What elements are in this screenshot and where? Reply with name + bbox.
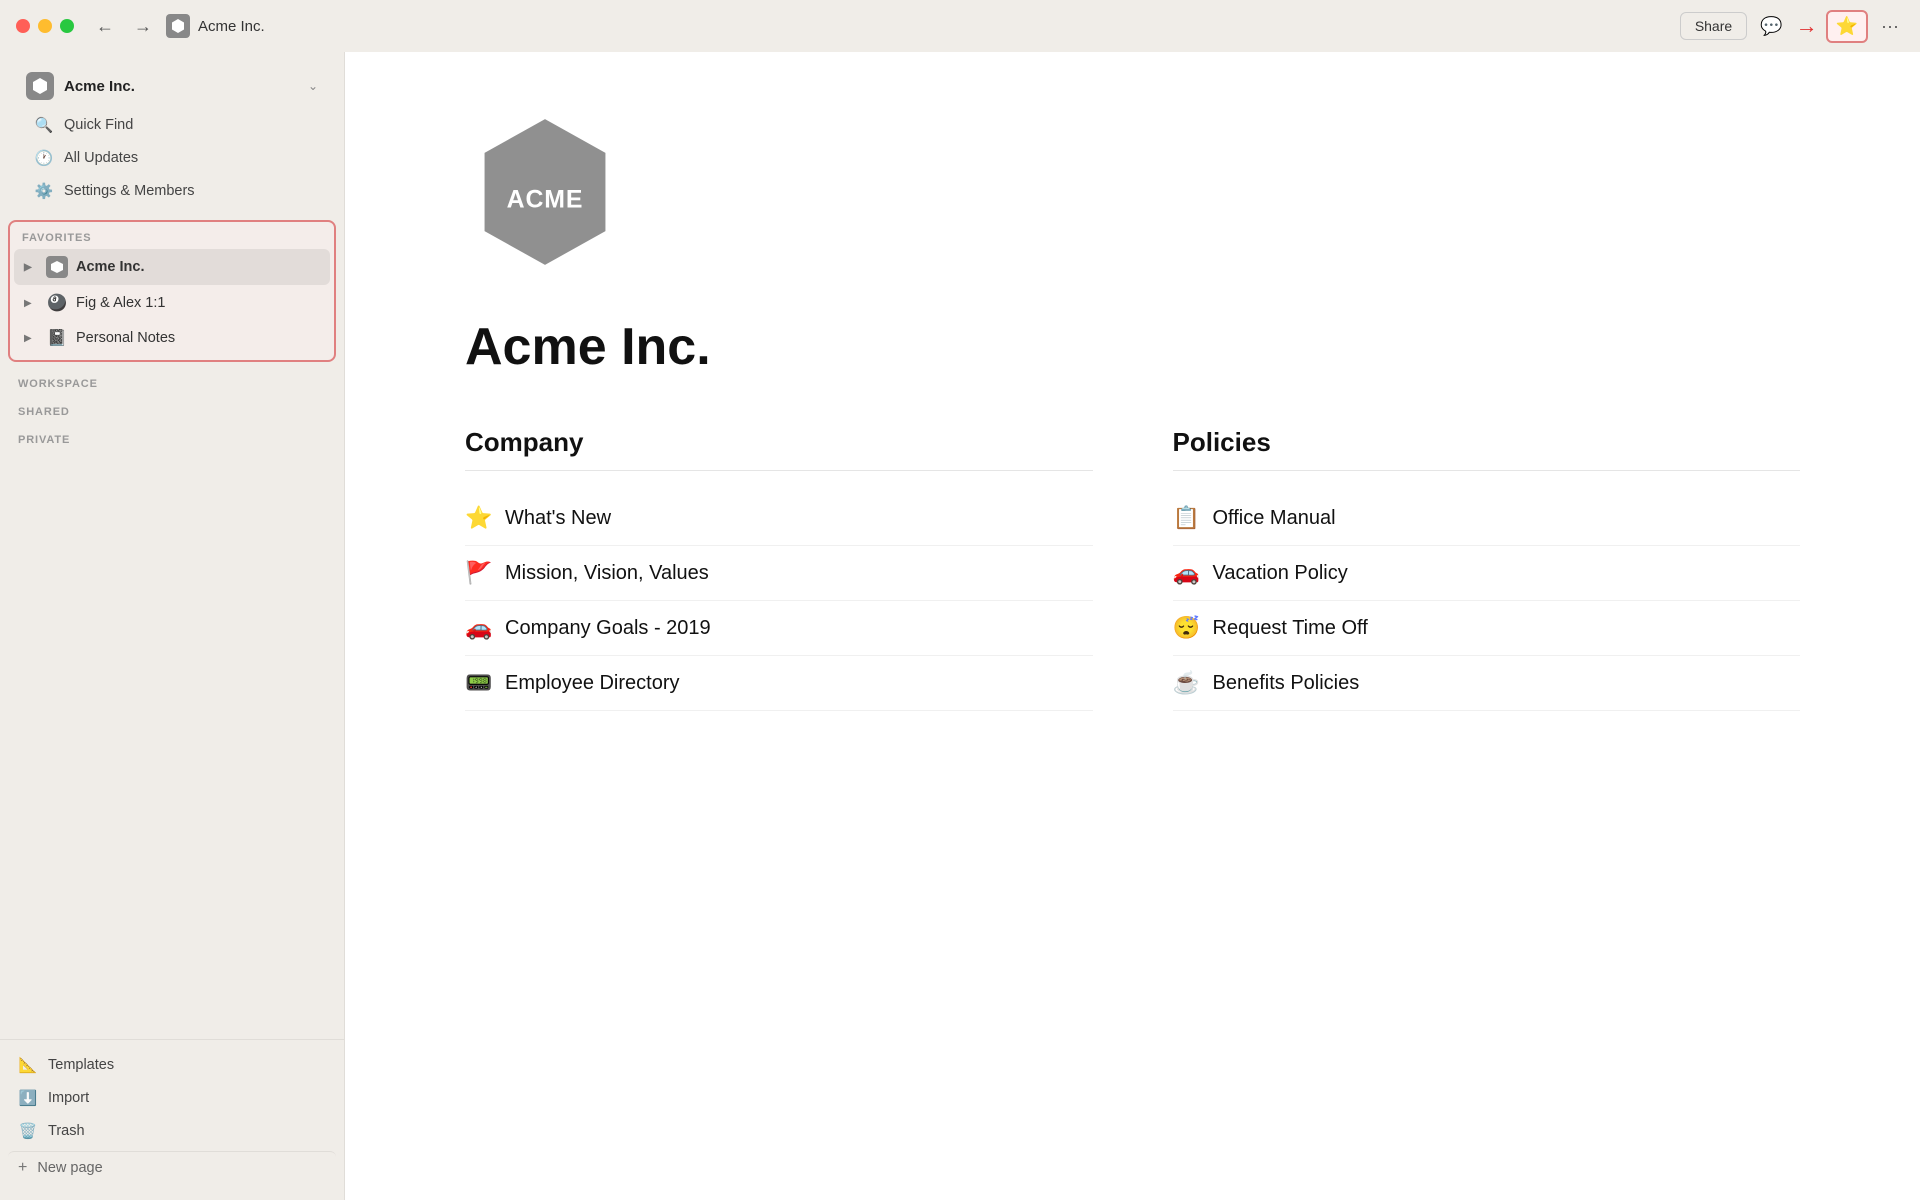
link-request-time-off[interactable]: 😴 Request Time Off <box>1173 601 1801 656</box>
share-button[interactable]: Share <box>1680 12 1747 40</box>
plus-icon: + <box>18 1159 27 1177</box>
title-bar: ← → Acme Inc. Share 💬 → ⭐ ··· <box>0 0 1920 52</box>
sidebar-item-label: Import <box>48 1090 89 1106</box>
shared-section-label: SHARED <box>0 394 344 422</box>
link-label: What's New <box>505 507 611 530</box>
favorites-section: FAVORITES ▶ Acme Inc. ▶ 🎱 Fig & Alex 1:1… <box>8 220 336 362</box>
new-page-label: New page <box>37 1160 102 1176</box>
sidebar-item-acme-inc[interactable]: ▶ Acme Inc. <box>14 249 330 285</box>
coffee-icon: ☕ <box>1173 670 1201 696</box>
traffic-lights <box>16 19 74 33</box>
sidebar-item-personal-notes[interactable]: ▶ 📓 Personal Notes <box>14 321 330 355</box>
clipboard-icon: 📋 <box>1173 505 1201 531</box>
sidebar-item-trash[interactable]: 🗑️ Trash <box>8 1115 336 1147</box>
chevron-down-icon: ⌄ <box>308 79 318 93</box>
private-section-label: PRIVATE <box>0 422 344 450</box>
flag-icon: 🚩 <box>465 560 493 586</box>
forward-button[interactable]: → <box>128 12 158 41</box>
sidebar-item-label: Personal Notes <box>76 330 175 346</box>
acme-page-icon <box>46 256 68 278</box>
expand-chevron-icon: ▶ <box>24 262 38 273</box>
link-whats-new[interactable]: ⭐ What's New <box>465 491 1093 546</box>
comment-button[interactable]: 💬 <box>1755 11 1787 42</box>
sidebar-item-label: Trash <box>48 1123 85 1139</box>
import-icon: ⬇️ <box>18 1089 38 1107</box>
car-icon: 🚗 <box>465 615 493 641</box>
sidebar-bottom: 📐 Templates ⬇️ Import 🗑️ Trash + New pag… <box>0 1039 344 1192</box>
link-benefits-policies[interactable]: ☕ Benefits Policies <box>1173 656 1801 711</box>
sidebar-item-label: All Updates <box>64 150 138 166</box>
arrow-annotation-right: → <box>1796 13 1818 39</box>
notebook-icon: 📓 <box>46 328 68 348</box>
sidebar-item-fig-alex[interactable]: ▶ 🎱 Fig & Alex 1:1 <box>14 286 330 320</box>
close-button[interactable] <box>16 19 30 33</box>
favorites-label: FAVORITES <box>10 226 334 248</box>
acme-logo: ACME <box>465 112 625 272</box>
workspace-section-label: WORKSPACE <box>0 366 344 394</box>
company-heading: Company <box>465 427 1093 471</box>
link-label: Mission, Vision, Values <box>505 562 709 585</box>
sleepy-icon: 😴 <box>1173 615 1201 641</box>
company-column: Company ⭐ What's New 🚩 Mission, Vision, … <box>465 427 1093 711</box>
sidebar-top: Acme Inc. ⌄ 🔍 Quick Find 🕐 All Updates ⚙… <box>0 60 344 216</box>
clock-icon: 🕐 <box>34 149 54 167</box>
search-icon: 🔍 <box>34 116 54 134</box>
sidebar: Acme Inc. ⌄ 🔍 Quick Find 🕐 All Updates ⚙… <box>0 52 345 1200</box>
pager-icon: 📟 <box>465 670 493 696</box>
sidebar-item-import[interactable]: ⬇️ Import <box>8 1082 336 1114</box>
link-mission-vision[interactable]: 🚩 Mission, Vision, Values <box>465 546 1093 601</box>
sidebar-item-templates[interactable]: 📐 Templates <box>8 1049 336 1081</box>
expand-chevron-icon: ▶ <box>24 298 38 309</box>
page-heading: Acme Inc. <box>465 317 1800 377</box>
gear-icon: ⚙️ <box>34 182 54 200</box>
templates-icon: 📐 <box>18 1056 38 1074</box>
link-label: Vacation Policy <box>1213 562 1348 585</box>
workspace-header[interactable]: Acme Inc. ⌄ <box>16 64 328 108</box>
content-columns: Company ⭐ What's New 🚩 Mission, Vision, … <box>465 427 1800 711</box>
app-body: Acme Inc. ⌄ 🔍 Quick Find 🕐 All Updates ⚙… <box>0 52 1920 1200</box>
page-title-breadcrumb: Acme Inc. <box>198 18 265 35</box>
sidebar-item-label: Settings & Members <box>64 183 195 199</box>
sidebar-item-all-updates[interactable]: 🕐 All Updates <box>24 142 320 174</box>
maximize-button[interactable] <box>60 19 74 33</box>
sidebar-item-label: Acme Inc. <box>76 259 145 275</box>
title-bar-actions: Share 💬 → ⭐ ··· <box>1680 10 1904 43</box>
link-label: Request Time Off <box>1213 617 1368 640</box>
link-office-manual[interactable]: 📋 Office Manual <box>1173 491 1801 546</box>
link-vacation-policy[interactable]: 🚗 Vacation Policy <box>1173 546 1801 601</box>
workspace-logo <box>26 72 54 100</box>
star-icon: ⭐ <box>465 505 493 531</box>
car2-icon: 🚗 <box>1173 560 1201 586</box>
link-label: Benefits Policies <box>1213 672 1360 695</box>
sidebar-item-label: Fig & Alex 1:1 <box>76 295 165 311</box>
link-employee-directory[interactable]: 📟 Employee Directory <box>465 656 1093 711</box>
svg-text:ACME: ACME <box>507 185 584 213</box>
link-label: Employee Directory <box>505 672 680 695</box>
sidebar-item-label: Quick Find <box>64 117 133 133</box>
workspace-icon-small <box>166 14 190 38</box>
favorite-star-button[interactable]: ⭐ <box>1826 10 1868 43</box>
minimize-button[interactable] <box>38 19 52 33</box>
policies-heading: Policies <box>1173 427 1801 471</box>
more-options-button[interactable]: ··· <box>1876 11 1904 42</box>
expand-chevron-icon: ▶ <box>24 333 38 344</box>
sidebar-item-settings[interactable]: ⚙️ Settings & Members <box>24 175 320 207</box>
main-content: ACME Acme Inc. Company ⭐ What's New 🚩 Mi… <box>345 52 1920 1200</box>
sidebar-item-quick-find[interactable]: 🔍 Quick Find <box>24 109 320 141</box>
policies-column: Policies 📋 Office Manual 🚗 Vacation Poli… <box>1173 427 1801 711</box>
workspace-name: Acme Inc. <box>64 78 298 95</box>
sidebar-item-label: Templates <box>48 1057 114 1073</box>
back-button[interactable]: ← <box>90 12 120 41</box>
trash-icon: 🗑️ <box>18 1122 38 1140</box>
link-label: Company Goals - 2019 <box>505 617 711 640</box>
billiard-ball-icon: 🎱 <box>46 293 68 313</box>
link-label: Office Manual <box>1213 507 1336 530</box>
new-page-button[interactable]: + New page <box>8 1151 336 1184</box>
link-company-goals[interactable]: 🚗 Company Goals - 2019 <box>465 601 1093 656</box>
